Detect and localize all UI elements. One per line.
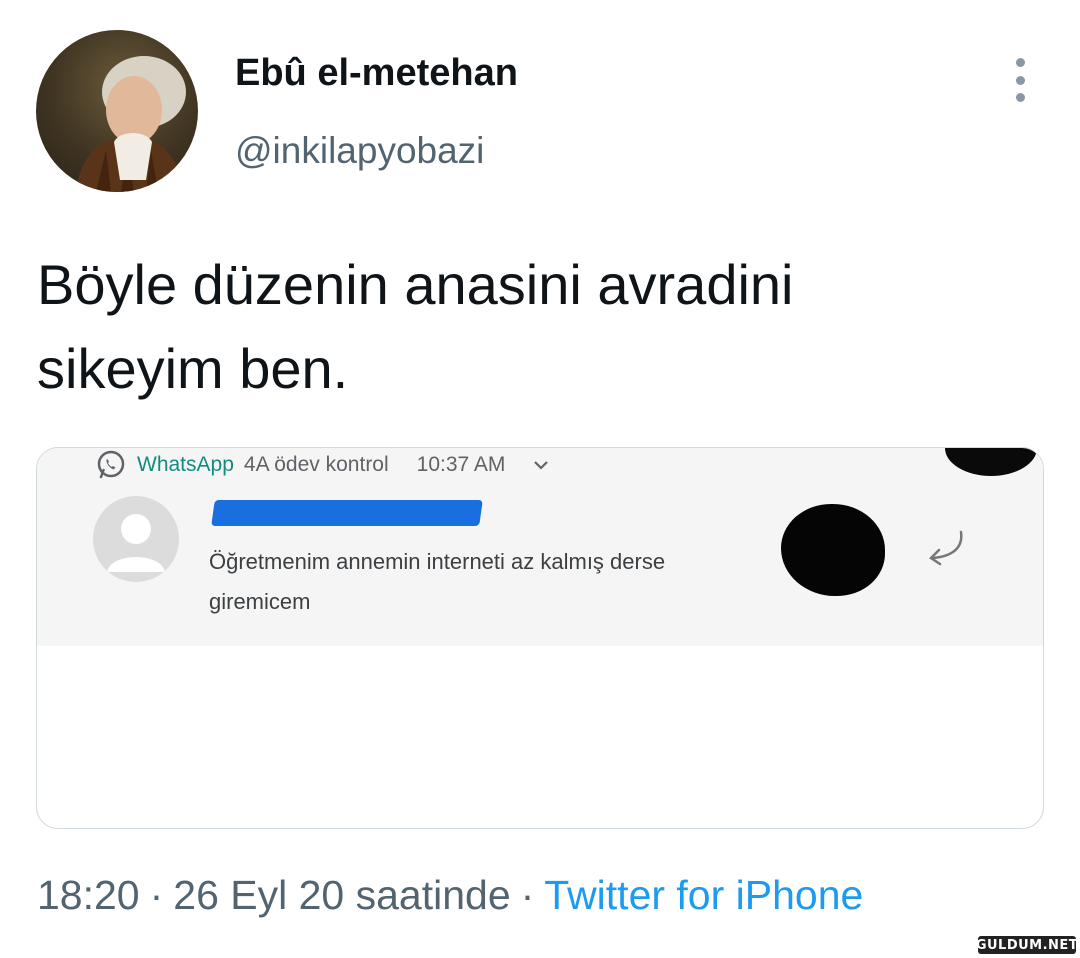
notification-message: Öğretmenim annemin interneti az kalmış d… — [209, 549, 666, 614]
whatsapp-notification: WhatsApp 4A ödev kontrol 10:37 AM Öğretm… — [37, 448, 1043, 646]
separator-dot: · — [149, 872, 164, 918]
redacted-sender-name — [211, 500, 483, 526]
profile-avatar[interactable] — [36, 30, 198, 192]
separator-dot: · — [520, 872, 535, 918]
notification-header: WhatsApp 4A ödev kontrol 10:37 AM — [95, 450, 549, 480]
portrait-image — [76, 56, 186, 192]
chevron-down-icon — [534, 461, 549, 470]
redacted-face — [781, 504, 885, 596]
tweet-time[interactable]: 18:20 — [37, 872, 140, 918]
tweet-text: Böyle düzenin anasini avradini sikeyim b… — [37, 253, 794, 400]
redacted-corner — [945, 448, 1037, 476]
watermark-logo: GULDUM.NET — [975, 936, 1079, 954]
notification-app-name: WhatsApp — [137, 453, 234, 476]
username-handle[interactable]: @inkilapyobazi — [235, 130, 484, 172]
person-placeholder-icon — [107, 514, 165, 572]
notification-time: 10:37 AM — [416, 453, 506, 476]
notification-group-name: 4A ödev kontrol — [243, 453, 389, 476]
tweet-date[interactable]: 26 Eyl 20 saatinde — [173, 872, 510, 918]
tweet-media-image[interactable]: WhatsApp 4A ödev kontrol 10:37 AM Öğretm… — [36, 447, 1044, 829]
more-options-icon[interactable] — [1003, 58, 1037, 102]
whatsapp-icon — [97, 450, 125, 479]
tweet-source-link[interactable]: Twitter for iPhone — [544, 872, 863, 918]
display-name[interactable]: Ebû el-metehan — [235, 52, 518, 95]
tweet-metadata: 18:20 · 26 Eyl 20 saatinde · Twitter for iPh… — [37, 872, 863, 919]
reply-arrow-icon — [929, 530, 963, 566]
sender-avatar — [93, 496, 179, 582]
